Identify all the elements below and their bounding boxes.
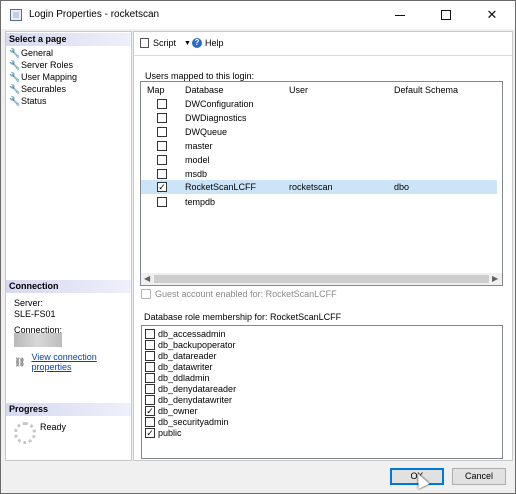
role-checkbox[interactable] bbox=[145, 361, 155, 372]
map-checkbox[interactable] bbox=[157, 155, 167, 165]
table-row-selected[interactable]: ✓ RocketScanLCFF rocketscan dbo bbox=[141, 180, 497, 194]
minimize-icon bbox=[395, 14, 405, 16]
role-item[interactable]: db_ddladmin bbox=[145, 372, 210, 383]
maximize-button[interactable] bbox=[423, 1, 469, 29]
wrench-icon: 🔧 bbox=[9, 83, 21, 94]
scroll-right-icon[interactable]: ▶ bbox=[492, 274, 498, 283]
app-icon bbox=[10, 9, 22, 21]
table-row[interactable]: DWQueue bbox=[141, 125, 497, 139]
role-checkbox[interactable] bbox=[145, 339, 155, 350]
role-membership-list[interactable]: db_accessadmin db_backupoperator db_data… bbox=[141, 325, 503, 459]
wrench-icon: 🔧 bbox=[9, 47, 21, 58]
guest-checkbox-box bbox=[141, 289, 151, 299]
window-title: Login Properties - rocketscan bbox=[29, 9, 160, 20]
wrench-icon: 🔧 bbox=[9, 95, 21, 106]
server-value: SLE-FS01 bbox=[14, 309, 56, 319]
map-checkbox[interactable] bbox=[157, 169, 167, 179]
server-label: Server: bbox=[14, 298, 44, 308]
col-user-header: User bbox=[289, 85, 309, 95]
progress-status: Ready bbox=[40, 422, 67, 432]
table-row[interactable]: master bbox=[141, 139, 497, 153]
map-checkbox[interactable] bbox=[157, 141, 167, 151]
role-item[interactable]: db_datareader bbox=[145, 350, 217, 361]
role-checkbox[interactable] bbox=[145, 416, 155, 427]
role-item[interactable]: db_denydatawriter bbox=[145, 394, 232, 405]
wrench-icon: 🔧 bbox=[9, 59, 21, 70]
connection-value-redacted bbox=[14, 333, 62, 347]
role-item[interactable]: db_accessadmin bbox=[145, 328, 226, 339]
role-membership-label: Database role membership for: RocketScan… bbox=[144, 312, 342, 322]
users-mapped-label: Users mapped to this login: bbox=[145, 71, 255, 81]
progress-header: Progress bbox=[6, 403, 131, 416]
connection-icon: ⛓ bbox=[14, 356, 26, 367]
horizontal-scrollbar[interactable]: ◀ ▶ bbox=[141, 273, 502, 285]
page-status[interactable]: 🔧 Status bbox=[9, 95, 47, 107]
scrollbar-thumb[interactable] bbox=[154, 275, 489, 283]
guest-account-checkbox: Guest account enabled for: RocketScanLCF… bbox=[141, 289, 337, 299]
role-item[interactable]: db_backupoperator bbox=[145, 339, 236, 350]
page-user-mapping[interactable]: 🔧 User Mapping bbox=[9, 71, 77, 83]
view-connection-properties[interactable]: ⛓ View connection properties bbox=[14, 352, 131, 372]
role-item[interactable]: db_datawriter bbox=[145, 361, 213, 372]
table-row[interactable]: msdb bbox=[141, 167, 497, 181]
role-item[interactable]: ✓ db_owner bbox=[145, 405, 198, 416]
table-row[interactable]: model bbox=[141, 153, 497, 167]
connection-header: Connection bbox=[6, 280, 131, 293]
page-general[interactable]: 🔧 General bbox=[9, 47, 53, 59]
user-mapping-grid[interactable]: Map Database User Default Schema DWConfi… bbox=[140, 81, 503, 286]
page-securables[interactable]: 🔧 Securables bbox=[9, 83, 66, 95]
script-button[interactable]: Script ▼ bbox=[140, 38, 191, 48]
wrench-icon: 🔧 bbox=[9, 71, 21, 82]
minimize-button[interactable] bbox=[377, 1, 423, 29]
col-schema-header: Default Schema bbox=[394, 85, 459, 95]
script-icon bbox=[140, 38, 149, 48]
map-checkbox[interactable] bbox=[157, 197, 167, 207]
map-checkbox-checked[interactable]: ✓ bbox=[157, 182, 167, 192]
role-checkbox[interactable] bbox=[145, 383, 155, 394]
role-checkbox-checked[interactable]: ✓ bbox=[145, 427, 155, 438]
role-checkbox[interactable] bbox=[145, 350, 155, 361]
close-button[interactable]: ✕ bbox=[469, 1, 515, 29]
page-server-roles[interactable]: 🔧 Server Roles bbox=[9, 59, 73, 71]
table-row[interactable]: tempdb bbox=[141, 195, 497, 209]
dropdown-arrow-icon[interactable]: ▼ bbox=[184, 40, 191, 47]
left-pane: Select a page 🔧 General 🔧 Server Roles 🔧 Us… bbox=[5, 31, 132, 461]
table-row[interactable]: DWConfiguration bbox=[141, 97, 497, 111]
view-connection-link[interactable]: View connection properties bbox=[31, 352, 131, 372]
map-checkbox[interactable] bbox=[157, 99, 167, 109]
table-row[interactable]: DWDiagnostics bbox=[141, 111, 497, 125]
cancel-button[interactable]: Cancel bbox=[452, 468, 506, 485]
select-page-header: Select a page bbox=[6, 33, 131, 46]
toolbar: Script ▼ ? Help bbox=[134, 32, 512, 56]
map-checkbox[interactable] bbox=[157, 127, 167, 137]
role-item[interactable]: db_denydatareader bbox=[145, 383, 236, 394]
col-map-header: Map bbox=[147, 85, 165, 95]
role-checkbox[interactable] bbox=[145, 328, 155, 339]
maximize-icon bbox=[441, 10, 451, 20]
scroll-left-icon[interactable]: ◀ bbox=[144, 274, 150, 283]
role-checkbox[interactable] bbox=[145, 372, 155, 383]
help-icon: ? bbox=[192, 38, 202, 48]
title-bar[interactable]: Login Properties - rocketscan ✕ bbox=[1, 1, 515, 29]
role-item[interactable]: db_securityadmin bbox=[145, 416, 229, 427]
map-checkbox[interactable] bbox=[157, 113, 167, 123]
login-properties-window: Login Properties - rocketscan ✕ Select a… bbox=[0, 0, 516, 494]
role-item[interactable]: ✓ public bbox=[145, 427, 182, 438]
role-checkbox[interactable] bbox=[145, 394, 155, 405]
role-checkbox-checked[interactable]: ✓ bbox=[145, 405, 155, 416]
col-database-header: Database bbox=[185, 85, 224, 95]
progress-spinner-icon bbox=[14, 422, 36, 444]
help-button[interactable]: ? Help bbox=[192, 38, 224, 48]
close-icon: ✕ bbox=[486, 7, 498, 22]
